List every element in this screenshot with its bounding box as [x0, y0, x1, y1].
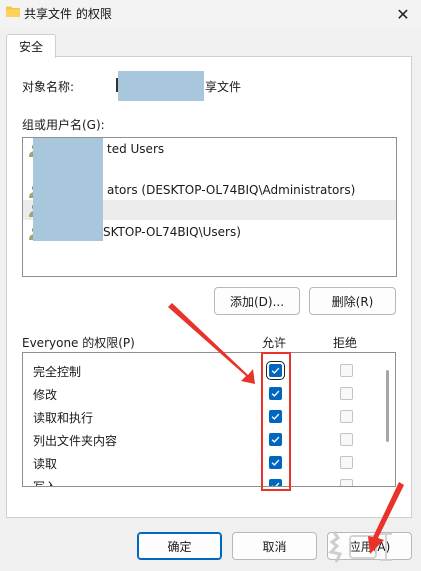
permissions-label: Everyone 的权限(P) [22, 336, 135, 350]
permission-name: 修改 [33, 388, 58, 402]
deny-header: 拒绝 [333, 336, 358, 350]
deny-checkbox-modify[interactable] [340, 387, 353, 400]
permissions-list[interactable]: 完全控制 修改 读取和执行 列出文件夹内容 读取 写入 [22, 352, 396, 487]
deny-checkbox-list-folder[interactable] [340, 433, 353, 446]
folder-icon [6, 6, 20, 17]
user-row-text: SKTOP-OL74BIQ\Users) [103, 225, 241, 239]
object-name-redaction [118, 71, 204, 101]
users-redaction [33, 138, 103, 241]
user-row-text: ators (DESKTOP-OL74BIQ\Administrators) [107, 183, 356, 197]
window-title: 共享文件 的权限 [24, 7, 112, 21]
deny-checkbox-read-execute[interactable] [340, 410, 353, 423]
annotation-highlight-box [261, 352, 291, 491]
permission-name: 写入 [33, 480, 58, 487]
allow-header: 允许 [262, 336, 287, 350]
user-row-text: ted Users [107, 142, 165, 156]
deny-checkbox-write[interactable] [340, 479, 353, 486]
permission-name: 列出文件夹内容 [33, 434, 118, 448]
permissions-scrollbar[interactable] [386, 370, 389, 442]
deny-checkbox-full-control[interactable] [340, 364, 353, 377]
users-listbox[interactable]: ted Users ators (DESKTOP-OL74BIQ\Adminis… [22, 137, 397, 277]
cancel-button[interactable]: 取消 [232, 532, 317, 560]
permission-name: 完全控制 [33, 365, 82, 379]
object-name-value: 享文件 [205, 80, 242, 94]
watermark-logo-icon [328, 531, 392, 563]
ok-button[interactable]: 确定 [137, 532, 222, 560]
permission-name: 读取和执行 [33, 411, 94, 425]
close-button[interactable]: ✕ [386, 0, 420, 28]
remove-button[interactable]: 删除(R) [309, 287, 396, 315]
object-name-label: 对象名称: [22, 80, 75, 94]
permission-name: 读取 [33, 457, 58, 471]
tab-security[interactable]: 安全 [6, 34, 56, 58]
add-button[interactable]: 添加(D)... [214, 287, 300, 315]
deny-checkbox-read[interactable] [340, 456, 353, 469]
users-label: 组或用户名(G): [22, 118, 105, 132]
